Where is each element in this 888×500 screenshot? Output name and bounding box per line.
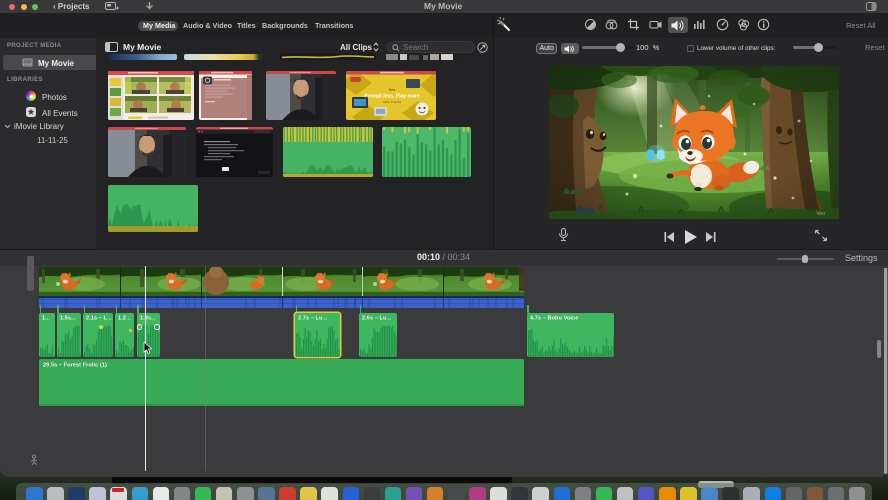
svg-text:Prompt less, Play more: Prompt less, Play more <box>364 94 420 100</box>
svg-text:Veo: Veo <box>816 211 825 217</box>
svg-text:when it works: when it works <box>383 100 402 104</box>
svg-text:New: New <box>389 88 396 92</box>
